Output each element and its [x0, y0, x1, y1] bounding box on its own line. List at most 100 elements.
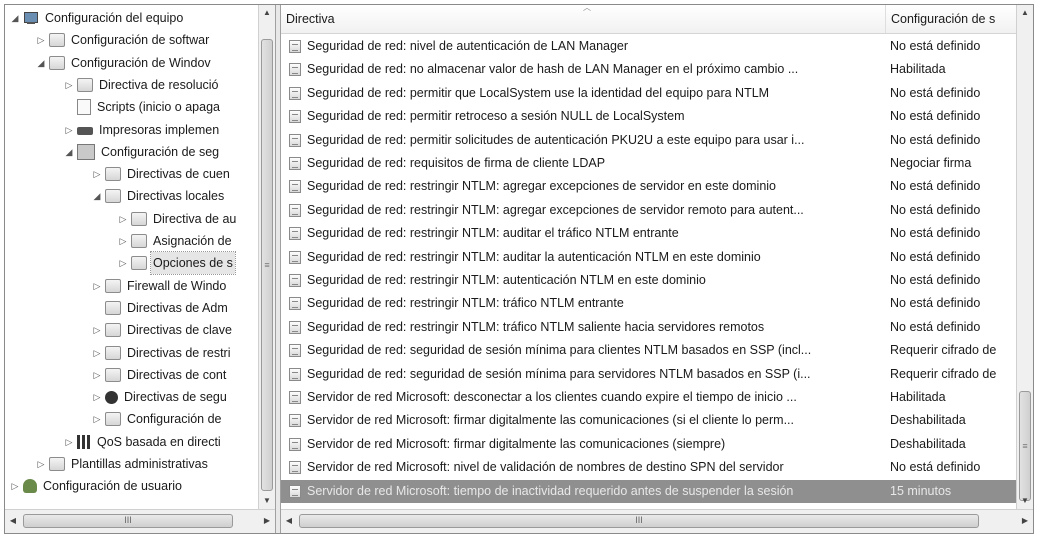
- policy-row[interactable]: Servidor de red Microsoft: tiempo de ina…: [281, 479, 1016, 503]
- policy-row[interactable]: Seguridad de red: seguridad de sesión mí…: [281, 339, 1016, 362]
- folder-icon: [105, 345, 121, 360]
- folder-icon: [105, 367, 121, 382]
- policy-setting: No está definido: [890, 273, 981, 287]
- tree-item-label: Configuración de usuario: [43, 479, 182, 494]
- tree-item[interactable]: ▷ QoS basada en directi: [63, 431, 223, 453]
- tree-expander-icon[interactable]: ▷: [91, 408, 103, 430]
- tree-expander-icon[interactable]: ▷: [91, 364, 103, 386]
- tree-expander-icon[interactable]: ▷: [117, 252, 129, 274]
- policy-setting: No está definido: [890, 460, 981, 475]
- tree-item-label: Configuración de seg: [101, 144, 220, 159]
- tree-expander-icon[interactable]: ▷: [35, 453, 47, 475]
- policy-row[interactable]: Servidor de red Microsoft: desconectar a…: [281, 386, 1016, 409]
- tree-item[interactable]: Scripts (inicio o apaga: [63, 96, 222, 118]
- policy-row[interactable]: Seguridad de red: restringir NTLM: agreg…: [281, 199, 1016, 222]
- tree-expander-icon[interactable]: ◢: [35, 52, 47, 74]
- scroll-right-arrow-icon[interactable]: ▶: [259, 510, 275, 533]
- policy-setting: Requerir cifrado de: [890, 366, 997, 381]
- policy-row[interactable]: Seguridad de red: permitir que LocalSyst…: [281, 82, 1016, 105]
- tree-item[interactable]: ▷ Directiva de au: [117, 208, 238, 230]
- tree-expander-icon[interactable]: ▷: [91, 275, 103, 297]
- tree-item[interactable]: ▷ Configuración de usuario: [9, 475, 184, 497]
- tree-item[interactable]: ▷ Directivas de restri: [91, 342, 233, 364]
- tree-item[interactable]: ▷ Plantillas administrativas: [35, 453, 210, 475]
- policy-icon: [289, 437, 301, 451]
- tree-item[interactable]: ◢ Configuración del equipo: [9, 7, 185, 29]
- list-vertical-scroll-thumb[interactable]: ≡: [1019, 391, 1031, 501]
- tree-item[interactable]: ▷ Directivas de segu: [91, 386, 229, 408]
- tree-item[interactable]: ▷ Asignación de: [117, 230, 234, 252]
- policy-row[interactable]: Seguridad de red: permitir solicitudes d…: [281, 129, 1016, 152]
- tree-expander-icon[interactable]: ▷: [117, 230, 129, 252]
- tree-vertical-scroll-thumb[interactable]: ≡: [261, 39, 273, 491]
- tree-expander-icon[interactable]: ▷: [117, 208, 129, 230]
- tree-item[interactable]: ▷ Directiva de resolució: [63, 74, 221, 96]
- policy-row[interactable]: Seguridad de red: restringir NTLM: audit…: [281, 222, 1016, 245]
- policy-setting: No está definido: [890, 319, 981, 334]
- folder-icon: [105, 278, 121, 293]
- tree-item[interactable]: ▷ Directivas de cont: [91, 364, 228, 386]
- tree-expander-icon[interactable]: ▷: [91, 319, 103, 341]
- policy-name: Servidor de red Microsoft: desconectar a…: [307, 390, 797, 404]
- tree-item[interactable]: ▷ Configuración de softwar: [35, 29, 211, 51]
- policy-icon: [289, 320, 301, 334]
- list-vertical-scrollbar[interactable]: ▲ ≡ ▼: [1016, 5, 1033, 509]
- tree-item[interactable]: ▷ Directivas de clave: [91, 319, 234, 341]
- tree-expander-icon[interactable]: ◢: [91, 185, 103, 207]
- scroll-left-arrow-icon[interactable]: ◀: [281, 510, 297, 533]
- policy-row[interactable]: Seguridad de red: seguridad de sesión mí…: [281, 363, 1016, 386]
- policy-row[interactable]: Seguridad de red: restringir NTLM: auten…: [281, 269, 1016, 292]
- tree-expander-icon[interactable]: ◢: [63, 141, 75, 163]
- policy-setting: No está definido: [890, 202, 981, 217]
- policy-row[interactable]: Seguridad de red: permitir retroceso a s…: [281, 105, 1016, 128]
- policy-row[interactable]: Seguridad de red: restringir NTLM: agreg…: [281, 175, 1016, 198]
- tree-expander-icon[interactable]: ▷: [63, 119, 75, 141]
- scroll-right-arrow-icon[interactable]: ▶: [1017, 510, 1033, 533]
- policy-row[interactable]: Seguridad de red: restringir NTLM: tráfi…: [281, 292, 1016, 315]
- scroll-left-arrow-icon[interactable]: ◀: [5, 510, 21, 533]
- tree-item[interactable]: ▷ Configuración de: [91, 408, 224, 430]
- tree-expander-icon[interactable]: ▷: [63, 431, 75, 453]
- column-header-directiva[interactable]: Directiva: [281, 5, 886, 33]
- tree-expander-icon[interactable]: ▷: [91, 163, 103, 185]
- list-horizontal-scroll-thumb[interactable]: III: [299, 514, 979, 528]
- policy-row[interactable]: Servidor de red Microsoft: firmar digita…: [281, 433, 1016, 456]
- policy-name: Seguridad de red: restringir NTLM: audit…: [307, 249, 761, 264]
- tree-item[interactable]: ▷ Firewall de Windo: [91, 275, 228, 297]
- policy-row[interactable]: Seguridad de red: restringir NTLM: tráfi…: [281, 316, 1016, 339]
- tree-expander-icon[interactable]: ▷: [63, 74, 75, 96]
- tree-item-label: QoS basada en directi: [97, 434, 221, 449]
- security-icon: [105, 390, 118, 404]
- scroll-up-arrow-icon[interactable]: ▲: [259, 5, 275, 21]
- policy-setting: No está definido: [890, 132, 981, 147]
- policy-icon: [289, 227, 301, 241]
- tree-item[interactable]: Directivas de Adm: [91, 297, 230, 319]
- tree-expander-icon[interactable]: ▷: [91, 342, 103, 364]
- policy-icon: [289, 344, 301, 358]
- tree-expander-icon[interactable]: ◢: [9, 7, 21, 29]
- scroll-down-arrow-icon[interactable]: ▼: [259, 493, 275, 509]
- scroll-up-arrow-icon[interactable]: ▲: [1017, 5, 1033, 21]
- policy-setting: Deshabilitada: [890, 413, 966, 428]
- tree-item[interactable]: ◢ Configuración de Windov: [35, 52, 213, 74]
- tree-item[interactable]: ▷ Impresoras implemen: [63, 119, 221, 141]
- scroll-down-arrow-icon[interactable]: ▼: [1017, 493, 1033, 509]
- policy-row[interactable]: Seguridad de red: requisitos de firma de…: [281, 152, 1016, 175]
- tree-horizontal-scrollbar[interactable]: ◀ III ▶: [5, 509, 275, 533]
- tree-expander-icon[interactable]: ▷: [91, 386, 103, 408]
- policy-row[interactable]: Servidor de red Microsoft: nivel de vali…: [281, 456, 1016, 479]
- policy-row[interactable]: Seguridad de red: no almacenar valor de …: [281, 58, 1016, 81]
- policy-row[interactable]: Seguridad de red: restringir NTLM: audit…: [281, 246, 1016, 269]
- policy-row[interactable]: Servidor de red Microsoft: firmar digita…: [281, 409, 1016, 432]
- tree-expander-icon[interactable]: ▷: [9, 475, 21, 497]
- column-header-configuracion[interactable]: Configuración de s: [886, 5, 1016, 33]
- policy-row[interactable]: Seguridad de red: nivel de autenticación…: [281, 35, 1016, 58]
- tree-item[interactable]: ▷ Directivas de cuen: [91, 163, 232, 185]
- tree-expander-icon[interactable]: ▷: [35, 29, 47, 51]
- list-horizontal-scrollbar[interactable]: ◀ III ▶: [281, 509, 1033, 533]
- tree-item[interactable]: ▷ Opciones de s: [117, 251, 236, 276]
- tree-item[interactable]: ◢ Configuración de seg: [63, 141, 221, 163]
- tree-item[interactable]: ◢ Directivas locales: [91, 185, 226, 207]
- tree-vertical-scrollbar[interactable]: ▲ ≡ ▼: [258, 5, 275, 509]
- tree-horizontal-scroll-thumb[interactable]: III: [23, 514, 233, 528]
